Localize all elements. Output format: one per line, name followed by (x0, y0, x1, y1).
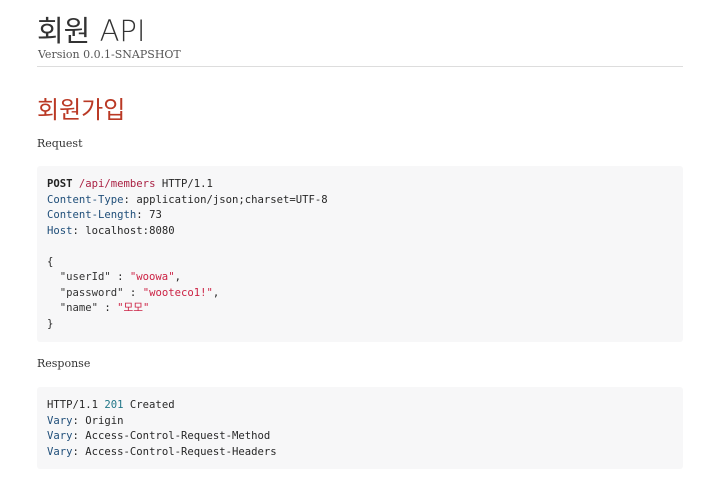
doc-title: 회원 API (37, 14, 146, 48)
header-name: Vary (47, 430, 73, 442)
status-line: HTTP/1.1 201 Created (47, 398, 673, 414)
request-path: /api/members (78, 178, 156, 190)
json-key: "password" (47, 286, 124, 299)
json-comma: , (212, 286, 220, 299)
json-value: "woowa" (129, 271, 175, 283)
json-separator: : (123, 286, 143, 299)
json-key: "userId" (47, 271, 111, 283)
response-header-line: Vary: Access-Control-Request-Headers (47, 445, 277, 458)
status-code: 201 (104, 399, 124, 411)
doc-version: Version 0.0.1-SNAPSHOT (38, 48, 181, 61)
request-label: Request (37, 137, 83, 150)
json-key: "name" (47, 302, 99, 314)
status-text: Created (123, 399, 175, 411)
json-comma: , (174, 271, 181, 283)
request-header-line: Host: localhost:8080 (47, 224, 175, 237)
section-title-signup: 회원가입 (37, 96, 126, 124)
header-name: Vary (47, 445, 73, 458)
json-value: "모모" (117, 302, 150, 314)
response-header-line: Vary: Origin (47, 414, 124, 427)
header-value: Origin (78, 414, 124, 427)
header-value: application/json;charset=UTF-8 (129, 193, 328, 206)
response-header-line: Vary: Access-Control-Request-Method (47, 430, 271, 442)
http-method: POST (47, 178, 73, 190)
header-name: Content-Length (47, 209, 137, 221)
request-listing-block: POST /api/members HTTP/1.1 Content-Type: … (37, 166, 683, 342)
header-name: Host (47, 224, 73, 237)
json-value: "wooteco1!" (142, 286, 213, 299)
response-listing-block: HTTP/1.1 201 Created Vary: Origin Vary: Ac… (37, 387, 683, 469)
json-field-line: "name" : "모모" (47, 301, 673, 317)
json-field-line: "userId" : "woowa", (47, 270, 673, 286)
response-label: Response (37, 357, 91, 370)
json-field-line: "password" : "wooteco1!", (47, 286, 673, 302)
request-header-line: Content-Length: 73 (47, 209, 162, 221)
request-line: POST /api/members HTTP/1.1 (47, 177, 673, 193)
header-name: Vary (47, 414, 73, 427)
response-protocol: HTTP/1.1 (47, 399, 105, 411)
header-value: Access-Control-Request-Method (78, 430, 271, 442)
json-open-brace: { (47, 255, 54, 268)
header-name: Content-Type (47, 193, 124, 206)
header-value: 73 (142, 209, 162, 221)
request-protocol: HTTP/1.1 (155, 178, 213, 190)
request-header-line: Content-Type: application/json;charset=U… (47, 193, 328, 206)
json-separator: : (110, 271, 130, 283)
header-divider (37, 66, 683, 67)
header-value: Access-Control-Request-Headers (78, 445, 277, 458)
header-value: localhost:8080 (78, 224, 175, 237)
json-close-brace: } (47, 317, 54, 330)
json-separator: : (98, 302, 118, 314)
